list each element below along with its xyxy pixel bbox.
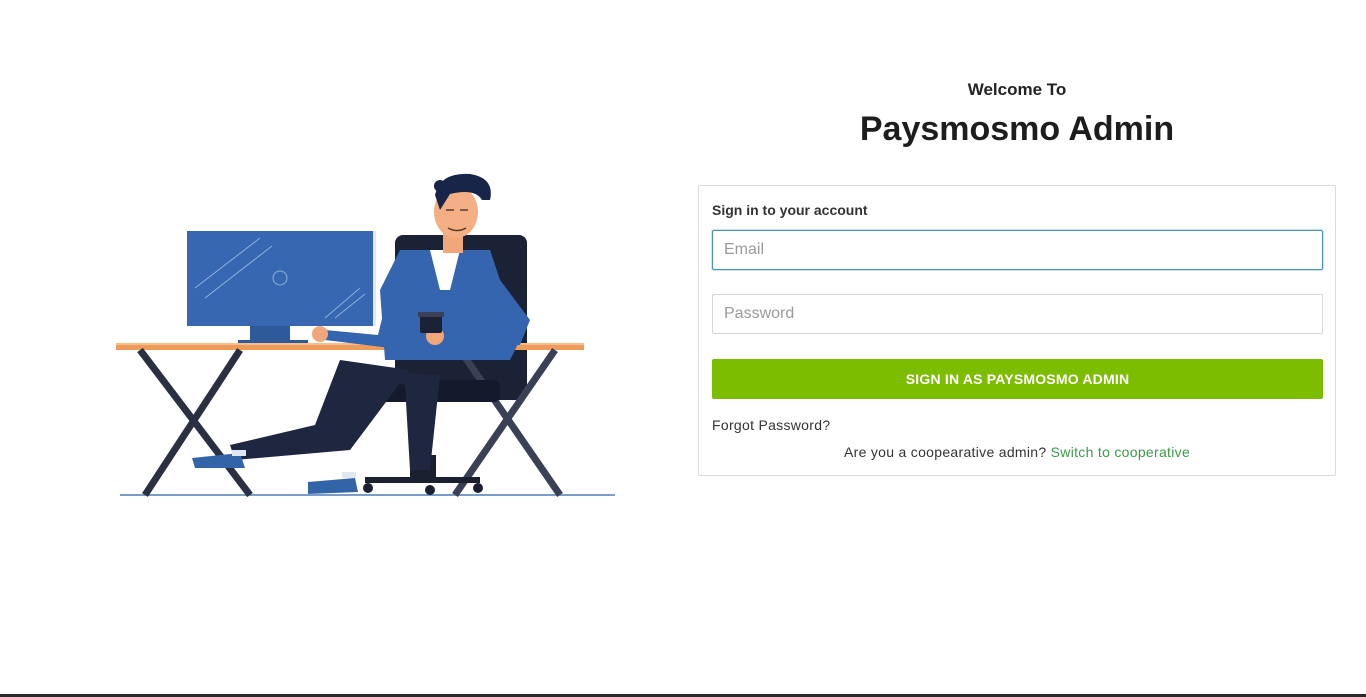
man-at-desk-illustration (110, 170, 620, 500)
sign-in-heading: Sign in to your account (712, 202, 868, 218)
password-input[interactable] (712, 294, 1323, 334)
welcome-text: Welcome To (967, 80, 1067, 99)
page-title: Paysmosmo Admin (859, 110, 1175, 148)
sign-in-button[interactable]: SIGN IN AS PAYSMOSMO ADMIN (712, 359, 1323, 399)
forgot-password-link[interactable]: Forgot Password? (712, 417, 830, 433)
switch-prompt: Are you a coopearative admin? (843, 444, 1051, 460)
switch-row: Are you a coopearative admin? Switch to … (699, 444, 1335, 460)
email-input[interactable] (712, 230, 1323, 270)
sign-in-card: Sign in to your account SIGN IN AS PAYSM… (698, 185, 1336, 476)
login-page: Welcome To Paysmosmo Admin Sign in to yo… (0, 0, 1366, 697)
switch-to-cooperative-link[interactable]: Switch to cooperative (1051, 444, 1190, 460)
